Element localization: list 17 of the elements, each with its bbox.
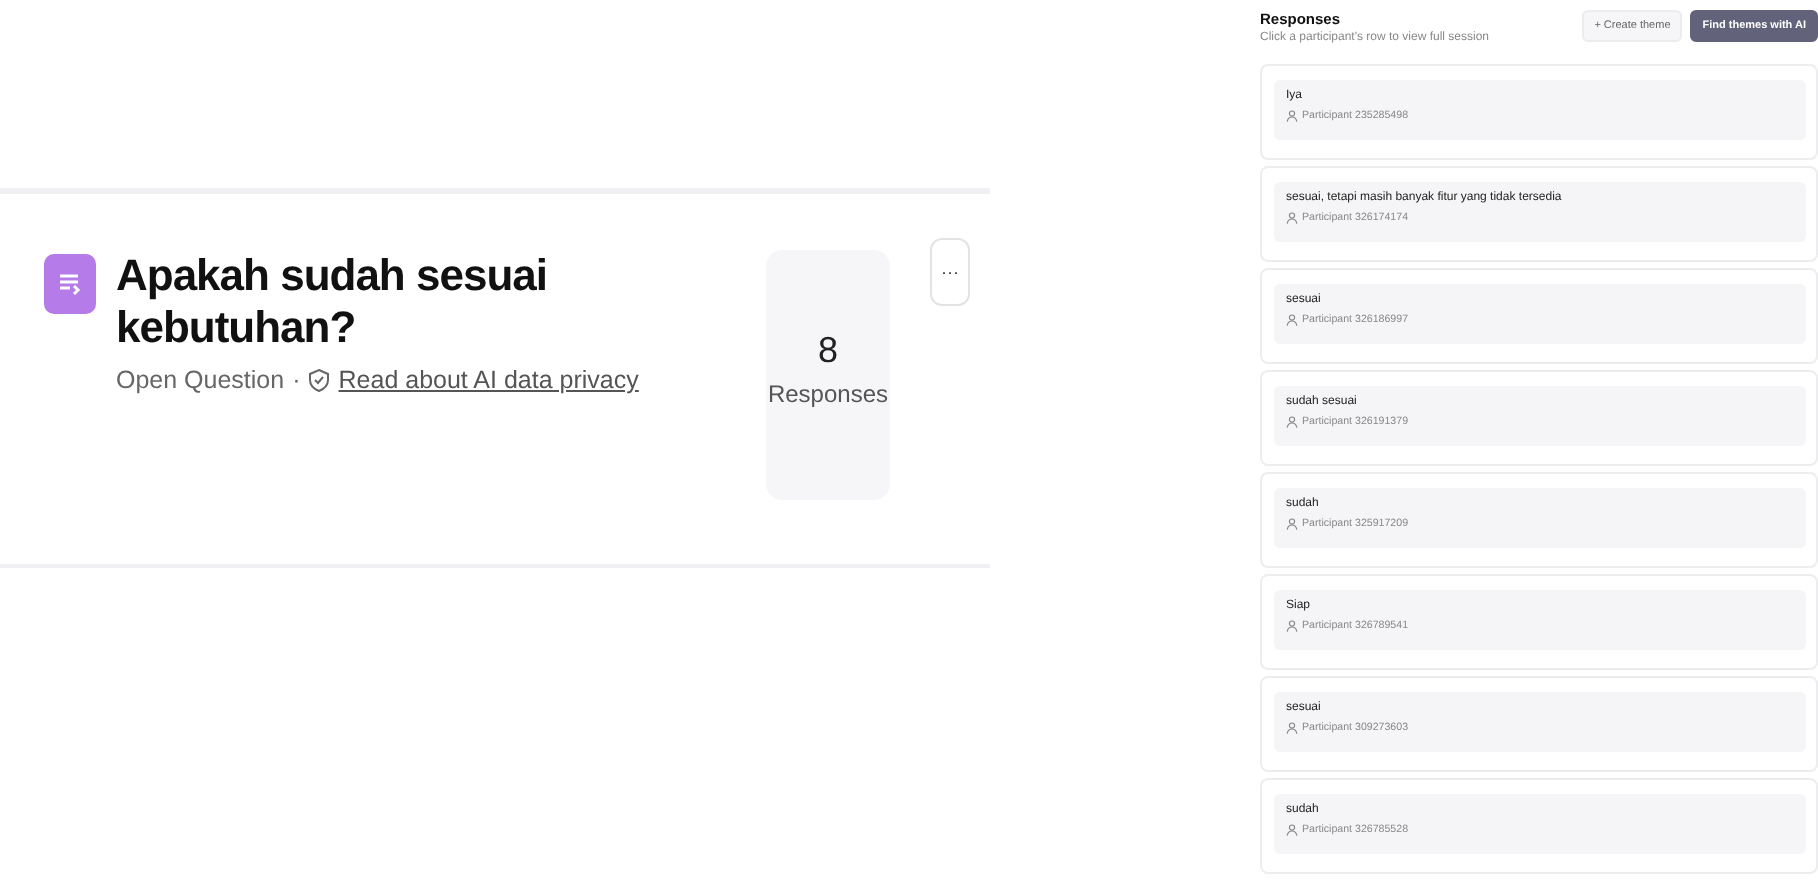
count-label: Responses: [767, 380, 889, 408]
person-icon: [1286, 722, 1298, 734]
question-type: Open Question: [116, 366, 285, 394]
person-icon: [1286, 620, 1298, 632]
person-icon: [1286, 314, 1298, 326]
person-icon: [1286, 416, 1298, 428]
person-icon: [1286, 518, 1298, 530]
list-icon: [44, 254, 96, 314]
privacy-link[interactable]: Read about AI data privacy: [338, 366, 639, 394]
person-icon: [1286, 824, 1298, 836]
response-count: 8: [817, 330, 838, 372]
question-title: Apakah sudah sesuai kebutuhan?: [116, 250, 549, 354]
separator: ·: [292, 366, 301, 394]
person-icon: [1286, 110, 1298, 122]
more-button[interactable]: ···: [930, 238, 970, 306]
person-icon: [1286, 212, 1298, 224]
shield-check-icon: [308, 368, 331, 392]
